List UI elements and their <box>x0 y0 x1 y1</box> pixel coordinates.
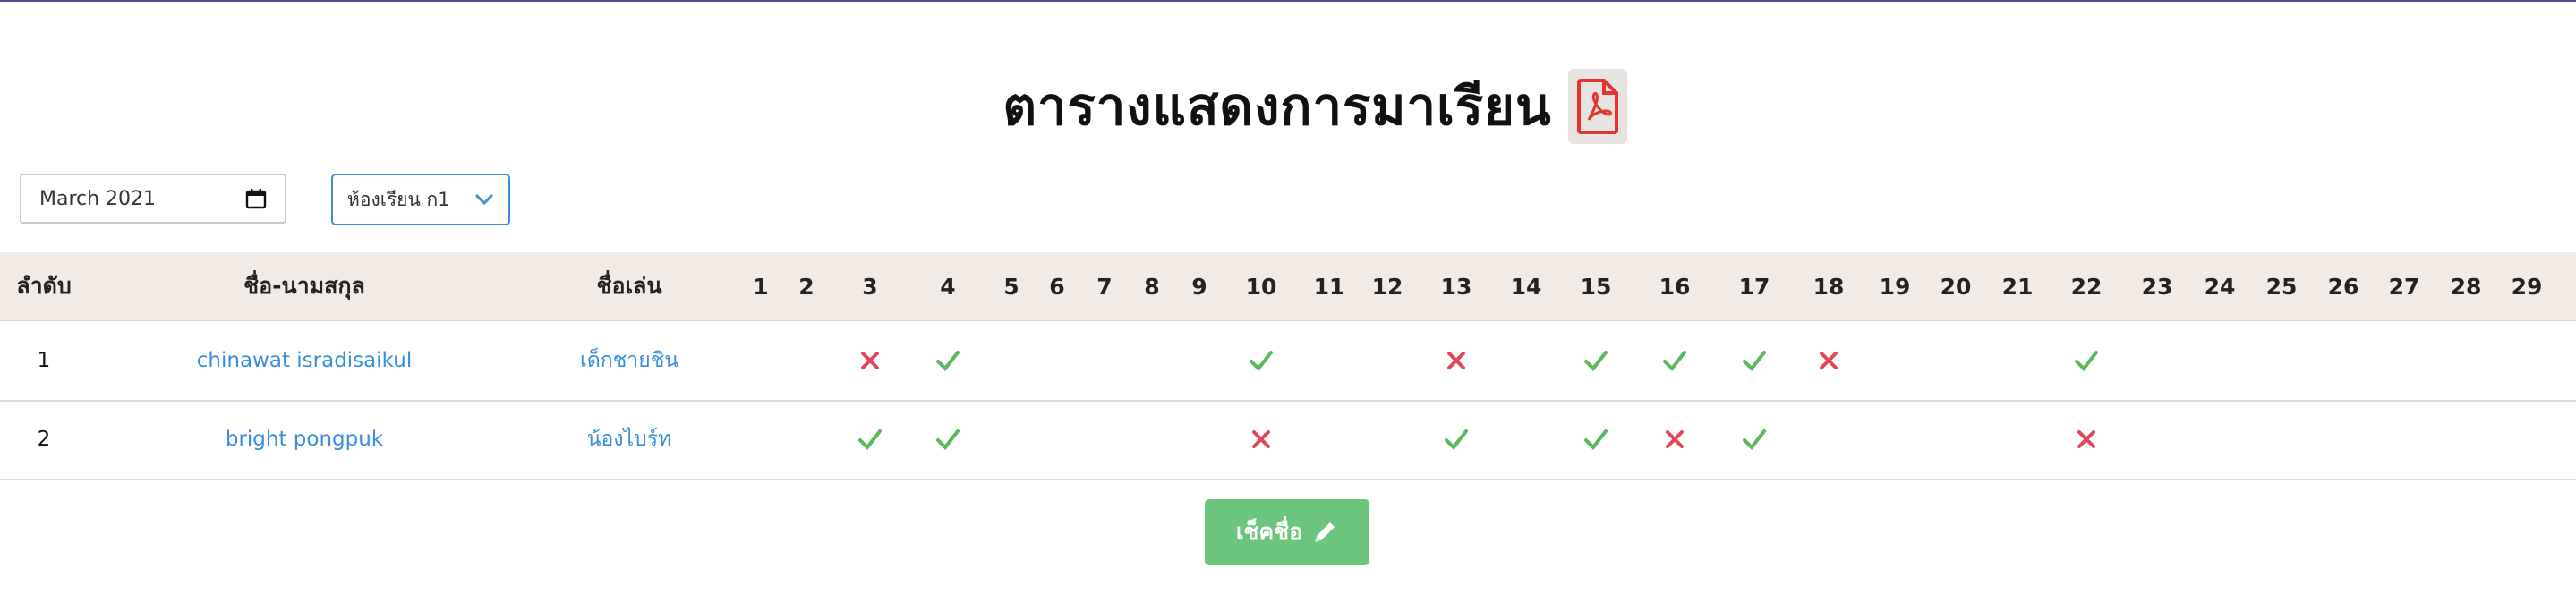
header-day-12: 12 <box>1371 273 1403 300</box>
cross-icon <box>861 352 879 369</box>
calendar-icon[interactable] <box>245 188 267 209</box>
cross-icon <box>2077 430 2095 448</box>
header-day-27: 27 <box>2388 273 2420 300</box>
title-bar: ตารางแสดงการมาเรียน <box>0 64 2576 148</box>
cross-icon <box>1820 352 1838 369</box>
attendance-cell-day-17 <box>1735 321 1774 400</box>
header-day-11: 11 <box>1313 273 1345 300</box>
row-number: 1 <box>37 349 51 372</box>
header-day-3: 3 <box>862 273 878 300</box>
classroom-select[interactable]: ห้องเรียน ก1 <box>331 174 510 225</box>
cross-icon <box>1447 352 1465 369</box>
header-day-15: 15 <box>1580 273 1612 300</box>
attendance-cell-day-16 <box>1655 321 1694 400</box>
attendance-cell-day-22 <box>2067 400 2106 479</box>
header-day-5: 5 <box>1003 273 1019 300</box>
check-icon <box>1250 351 1273 372</box>
header-day-26: 26 <box>2327 273 2359 300</box>
attendance-cell-day-16 <box>1655 400 1694 479</box>
check-icon <box>936 429 960 451</box>
attendance-cell-day-3 <box>850 400 890 479</box>
header-day-18: 18 <box>1813 273 1845 300</box>
check-icon <box>1743 429 1766 451</box>
cross-icon <box>1252 430 1270 448</box>
page-title: ตารางแสดงการมาเรียน <box>1002 76 1552 137</box>
attendance-cell-day-22 <box>2067 321 2106 400</box>
file-pdf-icon <box>1576 78 1618 134</box>
attendance-cell-day-4 <box>928 400 968 479</box>
header-nickname: ชื่อเล่น <box>596 273 662 299</box>
header-day-2: 2 <box>798 273 815 300</box>
attendance-cell-day-17 <box>1735 400 1774 479</box>
attendance-cell-day-18 <box>1809 321 1848 400</box>
header-name: ชื่อ-นามสกุล <box>243 273 365 299</box>
header-day-14: 14 <box>1510 273 1542 300</box>
month-picker[interactable]: March 2021 <box>20 174 286 224</box>
cross-icon <box>1666 430 1684 448</box>
attendance-table-header: ลำดับ ชื่อ-นามสกุล ชื่อเล่น 1 2 3 4 5 6 7 8 9 10 1… <box>0 252 2576 321</box>
check-attendance-button[interactable]: เช็คชื่อ <box>1205 499 1369 565</box>
chevron-down-icon <box>474 193 494 206</box>
header-day-29: 29 <box>2511 273 2543 300</box>
check-icon <box>858 429 882 451</box>
check-icon <box>936 351 960 372</box>
attendance-cell-day-15 <box>1576 400 1616 479</box>
check-icon <box>2075 351 2098 372</box>
header-day-21: 21 <box>2001 273 2034 300</box>
header-day-4: 4 <box>940 273 956 300</box>
header-day-16: 16 <box>1659 273 1691 300</box>
header-day-17: 17 <box>1738 273 1770 300</box>
header-day-7: 7 <box>1096 273 1113 300</box>
student-name-link[interactable]: bright pongpuk <box>161 400 448 479</box>
attendance-cell-day-4 <box>928 321 968 400</box>
header-day-8: 8 <box>1144 273 1160 300</box>
attendance-cell-day-3 <box>850 321 890 400</box>
pencil-icon <box>1315 522 1335 542</box>
classroom-value: ห้องเรียน ก1 <box>347 188 450 210</box>
header-day-25: 25 <box>2265 273 2298 300</box>
student-nickname-link[interactable]: น้องไบร์ท <box>519 400 739 479</box>
attendance-cell-day-10 <box>1241 400 1281 479</box>
header-day-19: 19 <box>1879 273 1911 300</box>
check-icon <box>1584 429 1608 451</box>
header-day-9: 9 <box>1191 273 1207 300</box>
header-day-22: 22 <box>2070 273 2103 300</box>
student-nickname-link[interactable]: เด็กชายชิน <box>519 321 739 400</box>
header-day-6: 6 <box>1049 273 1065 300</box>
header-no: ลำดับ <box>16 273 72 299</box>
top-accent-line <box>0 0 2576 2</box>
attendance-cell-day-15 <box>1576 321 1616 400</box>
pdf-export-button[interactable] <box>1567 68 1627 144</box>
attendance-cell-day-13 <box>1437 321 1476 400</box>
header-day-13: 13 <box>1440 273 1472 300</box>
attendance-cell-day-13 <box>1437 400 1476 479</box>
student-name-link[interactable]: chinawat isradisaikul <box>161 321 448 400</box>
check-attendance-label: เช็คชื่อ <box>1235 519 1303 545</box>
table-row: 2 bright pongpuk น้องไบร์ท <box>0 400 2576 480</box>
table-row: 1 chinawat isradisaikul เด็กชายชิน <box>0 321 2576 402</box>
header-day-24: 24 <box>2204 273 2236 300</box>
attendance-cell-day-10 <box>1241 321 1281 400</box>
header-day-1: 1 <box>753 273 769 300</box>
check-icon <box>1584 351 1608 372</box>
row-number: 2 <box>37 428 51 451</box>
header-day-23: 23 <box>2141 273 2173 300</box>
header-day-10: 10 <box>1245 273 1277 300</box>
check-icon <box>1445 429 1468 451</box>
month-value: March 2021 <box>39 187 157 210</box>
title-row: ตารางแสดงการมาเรียน <box>1002 64 1627 148</box>
header-day-28: 28 <box>2450 273 2482 300</box>
check-icon <box>1663 351 1686 372</box>
header-day-20: 20 <box>1940 273 1972 300</box>
check-icon <box>1743 351 1766 372</box>
